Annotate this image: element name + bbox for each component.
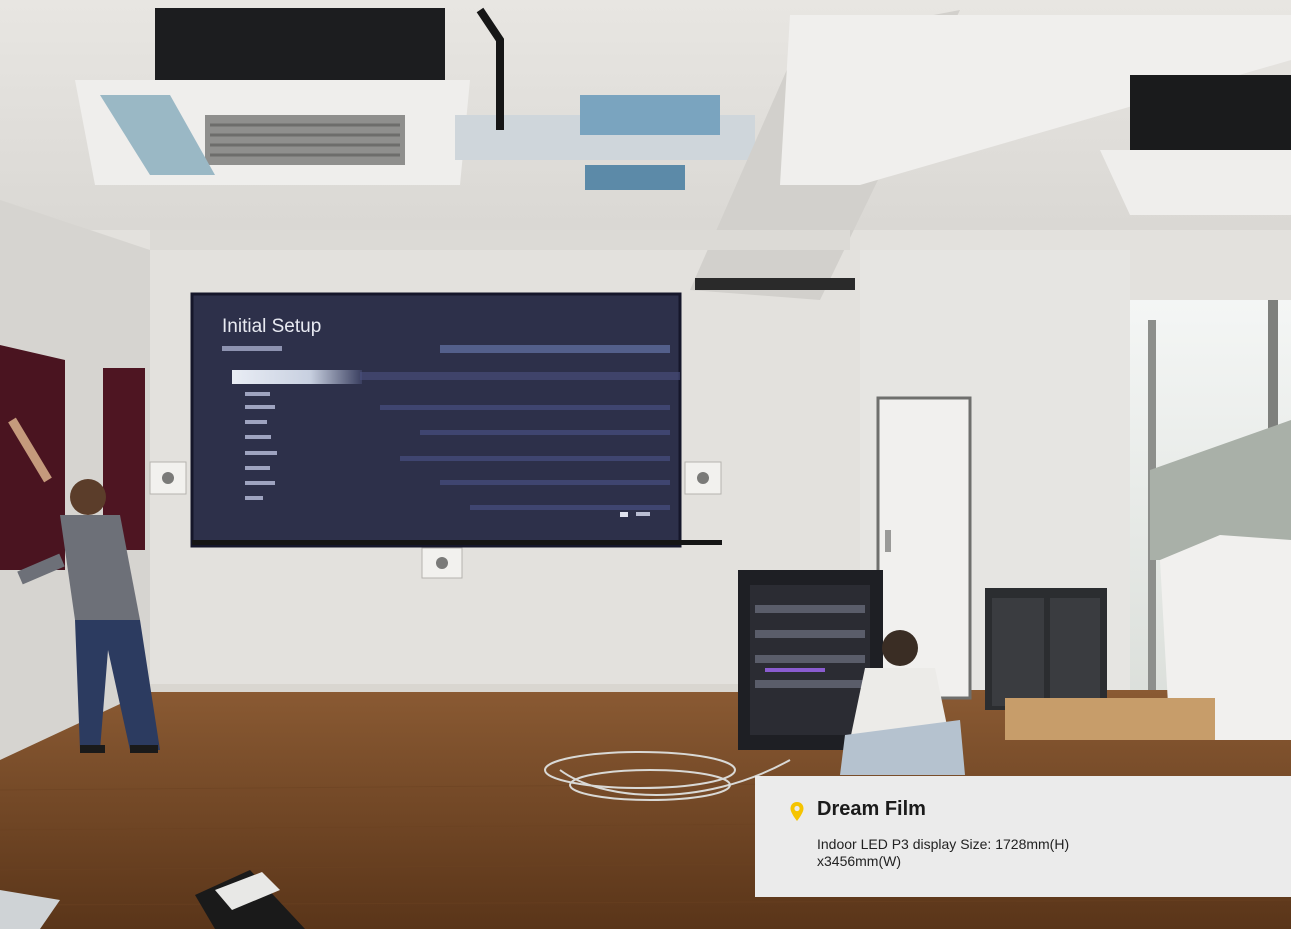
location-pin-icon [790, 802, 804, 821]
screen-title: Initial Setup [222, 316, 321, 337]
caption-title: Dream Film [817, 798, 926, 820]
caption-description: Indoor LED P3 display Size: 1728mm(H) x3… [817, 836, 1070, 869]
caption-card: Dream Film Indoor LED P3 display Size: 1… [755, 776, 1291, 897]
led-display: Initial Setup [190, 292, 722, 548]
